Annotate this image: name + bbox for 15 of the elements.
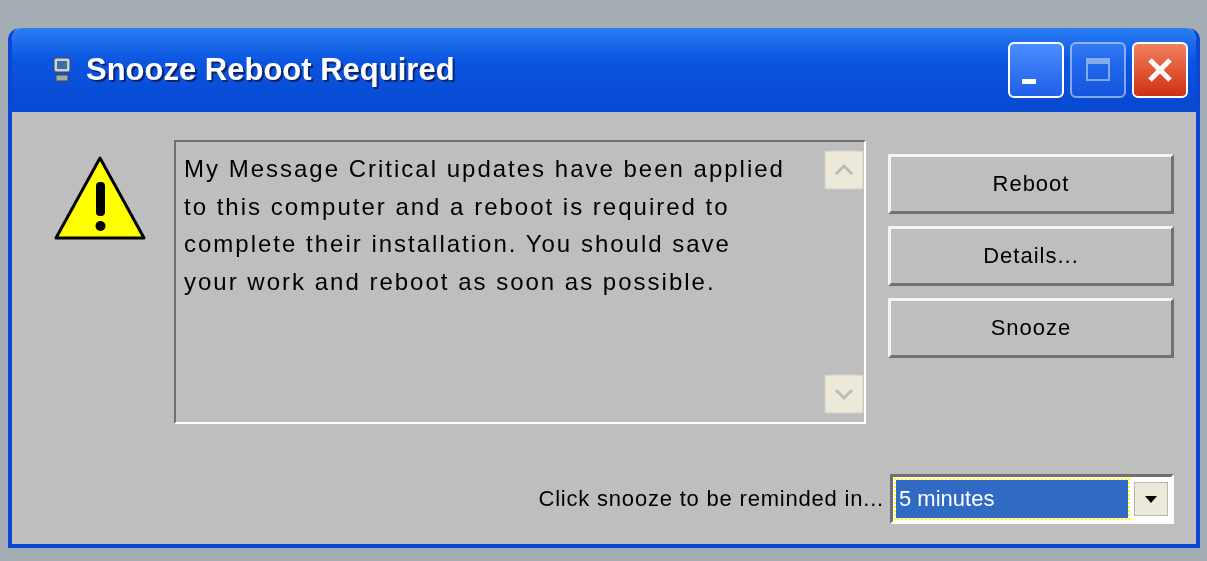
snooze-dropdown[interactable]: 5 minutes: [890, 474, 1174, 524]
dialog-button[interactable]: Details...: [888, 226, 1174, 286]
snooze-label: Click snooze to be reminded in...: [538, 486, 884, 512]
message-text: My Message Critical updates have been applied to this computer and a reboot is required to complete their installation. You should save your work and reboot as soon as possible.: [183, 154, 786, 297]
dialog-button[interactable]: Reboot: [888, 154, 1174, 214]
scroll-down-icon[interactable]: [824, 374, 864, 414]
message-box[interactable]: My Message Critical updates have been applied to this computer and a reboot is required to complete their installation. You should save your work and reboot as soon as possible.: [174, 140, 866, 424]
dropdown-arrow-icon[interactable]: [1134, 482, 1168, 516]
computer-icon: [50, 56, 74, 84]
dialog-button[interactable]: Snooze: [888, 298, 1174, 358]
close-button[interactable]: [1132, 42, 1188, 98]
minimize-icon: [1022, 78, 1036, 84]
minimize-button[interactable]: [1008, 42, 1064, 98]
window-title: Snooze Reboot Required: [86, 52, 456, 88]
scroll-up-icon[interactable]: [824, 150, 864, 190]
